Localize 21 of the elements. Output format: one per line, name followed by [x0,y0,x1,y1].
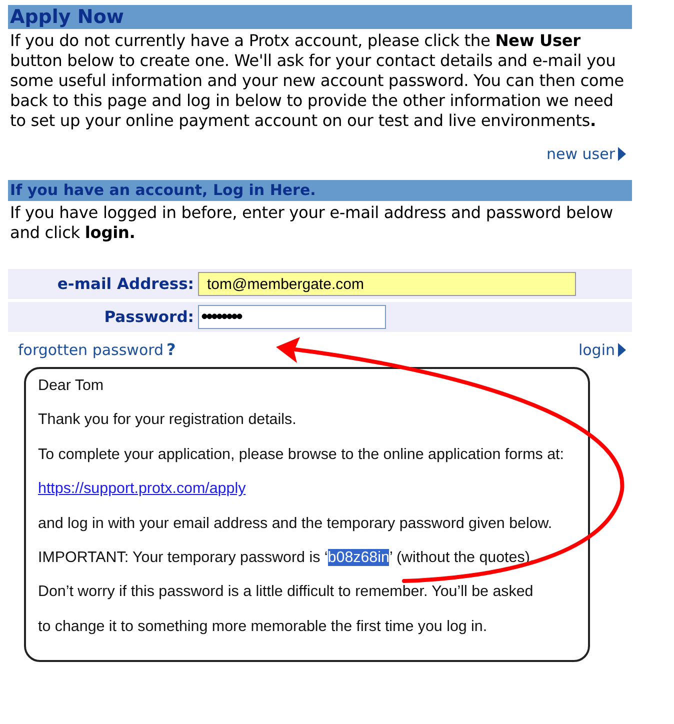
message-line: to change it to something more memorable the first time you log in. [38,618,488,637]
login-link[interactable]: login [578,340,626,359]
message-line: To complete your application, please browse to the online application forms at: [38,446,565,465]
field-label: Password: [103,308,195,326]
section-heading: If you have an account, Log in Here. [8,180,632,201]
password-field[interactable]: •••••••• [198,305,386,329]
triangle-icon [618,147,626,161]
login-paragraph: If you have logged in before, enter your e-mail address and password below and click login. [10,203,614,243]
email-field[interactable]: tom@membergate.com [198,272,576,296]
message-line: Thank you for your registration details. [38,411,298,430]
message-line: Dear Tom [38,377,105,396]
triangle-icon [618,342,626,356]
apply-link[interactable]: https://support.protx.com/apply [38,480,246,498]
field-label: e-mail Address: [56,275,195,293]
new-user-link[interactable]: new user [546,145,626,163]
message-line: and log in with your email address and the temporary password given below. [38,514,554,534]
message-line: IMPORTANT: Your temporary password is ‘b08z68in’ (without the quotes). [38,548,536,568]
section-heading: Apply Now [8,5,632,29]
message-line: Don’t worry if this password is a little difficult to remember. You’ll be asked [38,583,534,602]
intro-paragraph: If you do not currently have a Protx account, please click the New User button below to create one. We'll ask for your contact details and e-mail you some useful information and your new account password. You can then come back to this page and log in below to provide the other information we need to set up your online payment account on our test and live environments. [10,31,625,131]
forgotten-password-link[interactable]: forgotten password ? [18,340,176,359]
